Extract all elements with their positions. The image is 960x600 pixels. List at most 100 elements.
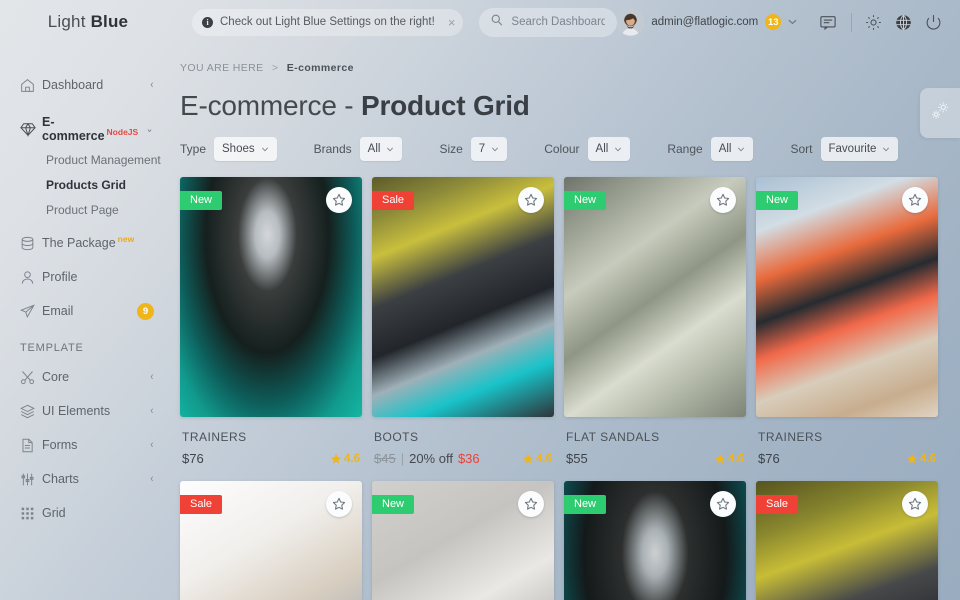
gears-icon xyxy=(928,99,952,128)
product-thumbnail[interactable]: New xyxy=(564,177,746,417)
settings-notice-banner[interactable]: i Check out Light Blue Settings on the r… xyxy=(192,8,464,36)
product-price-row: $76 4.6 xyxy=(758,451,936,466)
filter-colour: Colour All xyxy=(544,137,631,161)
favourite-star-button[interactable] xyxy=(902,491,928,517)
favourite-star-button[interactable] xyxy=(326,187,352,213)
product-image xyxy=(372,177,554,417)
sidebar-item-label: Grid xyxy=(42,506,66,520)
product-card[interactable]: Sale xyxy=(756,481,938,600)
chevron-down-icon xyxy=(492,144,499,154)
product-rating: 4.6 xyxy=(906,453,936,465)
product-thumbnail[interactable]: New xyxy=(564,481,746,600)
gear-icon[interactable] xyxy=(865,14,882,31)
favourite-star-button[interactable] xyxy=(710,187,736,213)
sidebar-item-ecommerce[interactable]: E-commerce NodeJS ⌄ xyxy=(0,112,170,146)
package-label: The Package xyxy=(42,236,116,250)
filter-value: Shoes xyxy=(222,143,255,155)
sidebar-item-ui-elements[interactable]: UI Elements ‹ xyxy=(0,394,170,428)
avatar xyxy=(617,8,645,36)
favourite-star-button[interactable] xyxy=(710,491,736,517)
chevron-left-icon: ‹ xyxy=(150,370,154,383)
chevron-down-icon xyxy=(883,144,890,154)
product-card[interactable]: Sale BOOTS $45 | 20% off $36 4.6 xyxy=(372,177,554,466)
product-price: $45 | 20% off $36 xyxy=(374,451,480,466)
product-price-row: $76 4.6 xyxy=(182,451,360,466)
product-tag: New xyxy=(564,191,607,210)
filter-bar: Type Shoes Brands All Size 7 Colour All … xyxy=(180,137,940,161)
product-card[interactable]: Sale xyxy=(180,481,362,600)
filter-sort-select[interactable]: Favourite xyxy=(820,137,899,161)
chevron-down-icon[interactable] xyxy=(788,17,797,27)
search-box[interactable] xyxy=(479,7,618,37)
product-thumbnail[interactable]: Sale xyxy=(180,481,362,600)
product-card[interactable]: New TRAINERS $76 4.6 xyxy=(756,177,938,466)
sidebar-item-forms[interactable]: Forms ‹ xyxy=(0,428,170,462)
search-input[interactable] xyxy=(511,16,606,28)
product-price: $76 xyxy=(182,451,204,466)
power-icon[interactable] xyxy=(925,14,942,31)
product-thumbnail[interactable]: Sale xyxy=(756,481,938,600)
favourite-star-button[interactable] xyxy=(518,491,544,517)
database-icon xyxy=(20,236,42,251)
chevron-left-icon: ‹ xyxy=(150,404,154,417)
product-sale-price: $36 xyxy=(457,451,480,466)
product-rating: 4.6 xyxy=(330,453,360,465)
filter-brands-select[interactable]: All xyxy=(359,137,403,161)
product-card[interactable]: New FLAT SANDALS $55 4.6 xyxy=(564,177,746,466)
page-title: E-commerce - Product Grid xyxy=(180,90,940,122)
filter-type-select[interactable]: Shoes xyxy=(214,137,277,161)
notification-badge: 13 xyxy=(765,14,782,30)
sidebar-item-dashboard[interactable]: Dashboard ‹ xyxy=(0,68,170,102)
favourite-star-button[interactable] xyxy=(326,491,352,517)
close-icon[interactable]: × xyxy=(448,16,456,29)
product-thumbnail[interactable]: New xyxy=(756,177,938,417)
sidebar-section-template: TEMPLATE xyxy=(20,342,84,354)
filter-value: Favourite xyxy=(828,143,877,155)
sidebar-item-profile[interactable]: Profile xyxy=(0,260,170,294)
main-content: YOU ARE HERE > E-commerce E-commerce - P… xyxy=(170,44,960,600)
product-card[interactable]: New TRAINERS $76 4.6 xyxy=(180,177,362,466)
sidebar-subitem-products-grid[interactable]: Products Grid xyxy=(0,172,170,197)
sidebar-item-grid[interactable]: Grid xyxy=(0,496,170,530)
product-name: FLAT SANDALS xyxy=(566,430,660,444)
favourite-star-button[interactable] xyxy=(518,187,544,213)
sidebar-item-charts[interactable]: Charts ‹ xyxy=(0,462,170,496)
user-menu[interactable]: admin@flatlogic.com 13 xyxy=(617,8,797,36)
chevron-left-icon: ‹ xyxy=(150,438,154,451)
filter-size: Size 7 xyxy=(439,137,508,161)
sidebar-item-the-package[interactable]: The Package new xyxy=(0,226,170,260)
layers-icon xyxy=(20,404,42,419)
sidebar-item-label: UI Elements xyxy=(42,404,111,418)
product-tag: Sale xyxy=(372,191,415,210)
favourite-star-button[interactable] xyxy=(902,187,928,213)
product-tag: New xyxy=(564,495,607,514)
product-thumbnail[interactable]: Sale xyxy=(372,177,554,417)
breadcrumb: YOU ARE HERE > E-commerce xyxy=(180,62,940,74)
sidebar-item-label: Charts xyxy=(42,472,79,486)
filter-size-select[interactable]: 7 xyxy=(470,137,508,161)
product-tag: New xyxy=(372,495,415,514)
product-thumbnail[interactable]: New xyxy=(180,177,362,417)
filter-range-select[interactable]: All xyxy=(710,137,754,161)
product-card[interactable]: New xyxy=(564,481,746,600)
messages-icon[interactable] xyxy=(820,15,836,30)
brand-bold-text: Blue xyxy=(90,12,129,31)
filter-value: 7 xyxy=(478,143,486,155)
sidebar-item-core[interactable]: Core ‹ xyxy=(0,360,170,394)
brand-logo[interactable]: Light Blue xyxy=(0,12,170,32)
filter-colour-select[interactable]: All xyxy=(587,137,631,161)
app-root: Light Blue i Check out Light Blue Settin… xyxy=(0,0,960,600)
sidebar-item-email[interactable]: Email 9 xyxy=(0,294,170,328)
globe-icon[interactable] xyxy=(895,14,912,31)
product-card[interactable]: New xyxy=(372,481,554,600)
product-name: TRAINERS xyxy=(758,430,823,444)
settings-panel-toggle[interactable] xyxy=(920,88,960,138)
sidebar-subitem-product-management[interactable]: Product Management xyxy=(0,147,170,172)
product-image xyxy=(564,177,746,417)
product-old-price: $45 xyxy=(374,451,396,466)
user-icon xyxy=(20,270,42,285)
breadcrumb-current[interactable]: E-commerce xyxy=(287,62,354,74)
product-thumbnail[interactable]: New xyxy=(372,481,554,600)
product-tag: New xyxy=(180,191,223,210)
sidebar-subitem-product-page[interactable]: Product Page xyxy=(0,197,170,222)
